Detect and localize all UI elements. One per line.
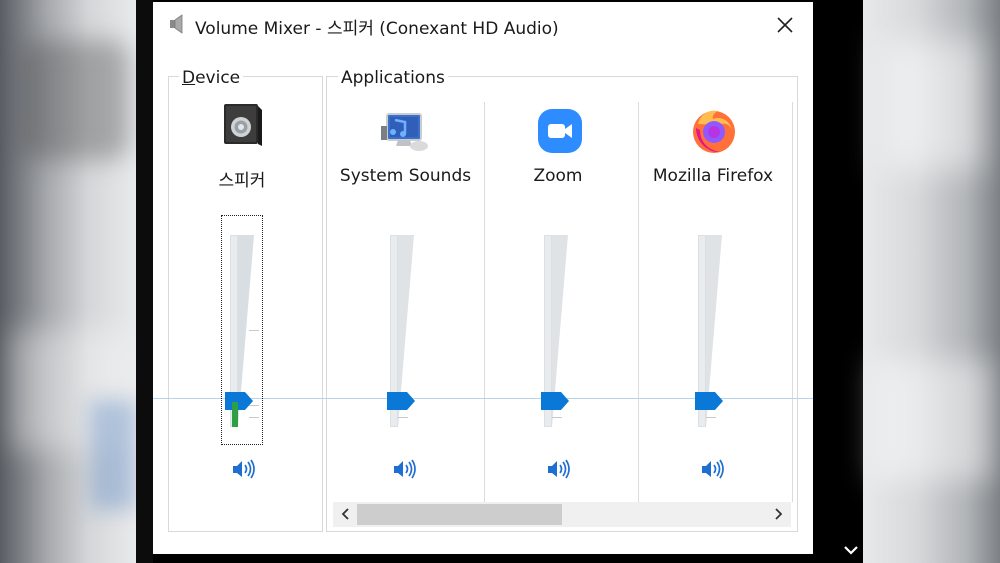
- app-volume-slider[interactable]: [539, 235, 579, 435]
- window-title: Volume Mixer - 스피커 (Conexant HD Audio): [195, 19, 559, 39]
- slider-thumb[interactable]: [695, 392, 723, 410]
- close-icon[interactable]: [771, 12, 799, 38]
- mute-speaker-icon[interactable]: [546, 458, 572, 480]
- mute-speaker-icon[interactable]: [231, 458, 257, 480]
- firefox-icon: [693, 110, 735, 153]
- scroll-right-icon[interactable]: [771, 507, 785, 521]
- scrollbar-thumb[interactable]: [357, 504, 562, 525]
- applications-group-label: Applications: [338, 68, 448, 88]
- app-name: Mozilla Firefox: [652, 166, 774, 186]
- device-name: 스피커: [218, 171, 266, 191]
- zoom-icon: [538, 109, 582, 153]
- app-name: Zoom: [533, 166, 583, 186]
- peak-level-meter: [232, 402, 238, 427]
- device-volume-slider[interactable]: [225, 235, 265, 435]
- background-right-strip: [813, 0, 863, 563]
- column-separator: [792, 102, 793, 502]
- scroll-left-icon[interactable]: [339, 507, 353, 521]
- background-right: [863, 0, 1000, 563]
- speaker-device-icon: [224, 104, 262, 146]
- background-left: [0, 0, 136, 563]
- system-sounds-icon: [381, 113, 428, 151]
- slider-thumb[interactable]: [225, 392, 253, 410]
- speaker-title-icon: [170, 14, 183, 34]
- slider-thumb[interactable]: [541, 392, 569, 410]
- mute-speaker-icon[interactable]: [700, 458, 726, 480]
- mute-speaker-icon[interactable]: [392, 458, 418, 480]
- device-group-label: Device: [179, 68, 244, 88]
- app-volume-slider[interactable]: [693, 235, 733, 435]
- column-separator: [638, 102, 639, 502]
- app-name: System Sounds: [339, 166, 472, 186]
- app-volume-slider[interactable]: [385, 235, 425, 435]
- horizontal-scrollbar[interactable]: [333, 502, 791, 527]
- slider-thumb[interactable]: [387, 392, 415, 410]
- chevron-down-icon[interactable]: [843, 543, 859, 557]
- background-band: [136, 0, 153, 563]
- column-separator: [484, 102, 485, 502]
- volume-mixer-window: Volume Mixer - 스피커 (Conexant HD Audio) D…: [153, 2, 813, 554]
